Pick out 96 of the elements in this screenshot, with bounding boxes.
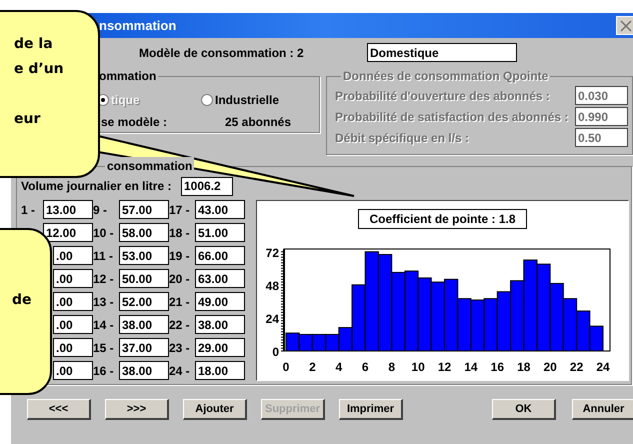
- x-tick-label: 22: [570, 360, 584, 374]
- subscribers-value: 25 abonnés: [225, 114, 292, 131]
- hour-field[interactable]: .00: [53, 269, 93, 288]
- callout-text: de: [12, 291, 32, 310]
- close-icon: [620, 20, 632, 32]
- peak-group-legend: Données de consommation Qpointe: [341, 67, 550, 85]
- dialog-button[interactable]: Annuler: [572, 399, 633, 420]
- bar: [430, 282, 445, 352]
- callout-text: de la: [14, 35, 53, 54]
- hour-field[interactable]: 18.00: [195, 361, 245, 380]
- hour-field[interactable]: 38.00: [195, 315, 245, 334]
- bar: [312, 334, 326, 352]
- bar: [484, 298, 498, 352]
- hour-label: 13 -: [93, 294, 115, 310]
- hour-field[interactable]: 53.00: [119, 246, 169, 265]
- hour-field[interactable]: 37.00: [119, 338, 169, 357]
- hour-label: 11 -: [93, 248, 114, 264]
- volume-label: Volume journalier en litre :: [21, 178, 172, 195]
- hour-label: 23 -: [169, 340, 191, 356]
- hour-field[interactable]: .00: [53, 315, 93, 334]
- model-name-field[interactable]: Domestique: [367, 43, 517, 62]
- x-tick-label: 16: [490, 360, 504, 374]
- bar: [457, 298, 472, 352]
- y-tick-label: 24: [266, 312, 279, 326]
- hour-field[interactable]: 12.00: [43, 223, 93, 242]
- bar: [550, 282, 564, 352]
- hour-label: 20 -: [169, 270, 191, 288]
- hour-field[interactable]: 51.00: [195, 223, 245, 242]
- bar: [470, 300, 485, 352]
- hour-label: 9 -: [93, 202, 108, 218]
- subscribers-label: se modèle :: [101, 114, 168, 131]
- hour-label: 24 -: [169, 362, 191, 380]
- dialog-button[interactable]: >>>: [105, 399, 169, 420]
- x-tick-label: 0: [282, 360, 290, 374]
- x-tick-label: 24: [596, 360, 610, 374]
- y-tick-label: 48: [266, 278, 279, 293]
- hour-field[interactable]: 43.00: [195, 200, 245, 219]
- peak-field-label: Débit spécifique en l/s :: [335, 130, 470, 146]
- dialog-button[interactable]: Ajouter: [183, 399, 247, 420]
- hour-field[interactable]: .00: [53, 361, 93, 380]
- hour-field[interactable]: 58.00: [119, 223, 169, 242]
- radio-option[interactable]: Industrielle: [201, 91, 280, 109]
- radio-button[interactable]: [201, 94, 213, 106]
- hour-field[interactable]: 57.00: [119, 200, 169, 219]
- model-label: Modèle de consommation : 2: [139, 44, 305, 62]
- chart-title: Coefficient de pointe : 1.8: [358, 209, 526, 229]
- hour-label: 18 -: [169, 224, 191, 242]
- callout-text: e d’un: [14, 60, 64, 79]
- type-group-legend: ommation: [97, 67, 158, 85]
- bar: [298, 334, 313, 352]
- dialog-button[interactable]: OK: [492, 399, 556, 420]
- hour-field[interactable]: 66.00: [195, 246, 245, 265]
- hour-label: 1 -: [21, 202, 36, 218]
- hour-label: 21 -: [169, 294, 191, 310]
- bar: [510, 280, 524, 352]
- x-tick-label: 10: [411, 360, 425, 374]
- hour-field[interactable]: 50.00: [119, 269, 169, 288]
- hour-label: 14 -: [93, 316, 115, 334]
- x-tick-label: 18: [517, 360, 530, 374]
- x-tick-label: 20: [543, 360, 557, 374]
- close-button[interactable]: [616, 16, 633, 35]
- bar: [562, 298, 578, 352]
- x-tick-label: 12: [438, 360, 452, 374]
- x-tick-label: 4: [336, 360, 342, 374]
- x-tick-label: 14: [464, 360, 478, 374]
- x-tick-label: 2: [309, 360, 316, 374]
- hour-field[interactable]: 38.00: [119, 315, 169, 334]
- hour-label: 15 -: [93, 340, 115, 356]
- hour-field[interactable]: 63.00: [195, 269, 245, 288]
- y-tick-label: 0: [272, 345, 279, 359]
- hour-label: 10 -: [93, 224, 115, 242]
- bar: [325, 334, 340, 352]
- hour-label: 12 -: [93, 270, 115, 288]
- hour-field[interactable]: 52.00: [119, 292, 169, 311]
- hour-field[interactable]: 49.00: [195, 292, 245, 311]
- hour-label: 22 -: [169, 316, 191, 334]
- x-tick-label: 8: [388, 360, 395, 374]
- hour-field[interactable]: 38.00: [119, 361, 169, 380]
- hour-label: 19 -: [169, 248, 191, 264]
- bar: [496, 291, 512, 352]
- x-tick-label: 6: [362, 360, 369, 374]
- hour-field[interactable]: 29.00: [195, 338, 245, 357]
- dialog-button[interactable]: <<<: [27, 399, 91, 420]
- hour-label: 16 -: [93, 362, 115, 380]
- hour-field[interactable]: .00: [53, 246, 93, 265]
- callout-text: eur: [14, 110, 40, 129]
- window-title: nsommation: [99, 16, 176, 35]
- y-tick-label: 72: [266, 246, 279, 260]
- hour-field[interactable]: 13.00: [43, 200, 93, 219]
- volume-field[interactable]: 1006.2: [181, 176, 233, 196]
- hour-field[interactable]: .00: [53, 338, 93, 357]
- dialog-button[interactable]: Imprimer: [339, 399, 403, 420]
- peak-field-label: Probabilité d'ouverture des abonnés :: [335, 88, 551, 104]
- hour-label: 17 -: [169, 202, 191, 218]
- hour-field[interactable]: .00: [53, 292, 93, 311]
- peak-field-label: Probabilité de satisfaction des abonnés :: [335, 108, 570, 126]
